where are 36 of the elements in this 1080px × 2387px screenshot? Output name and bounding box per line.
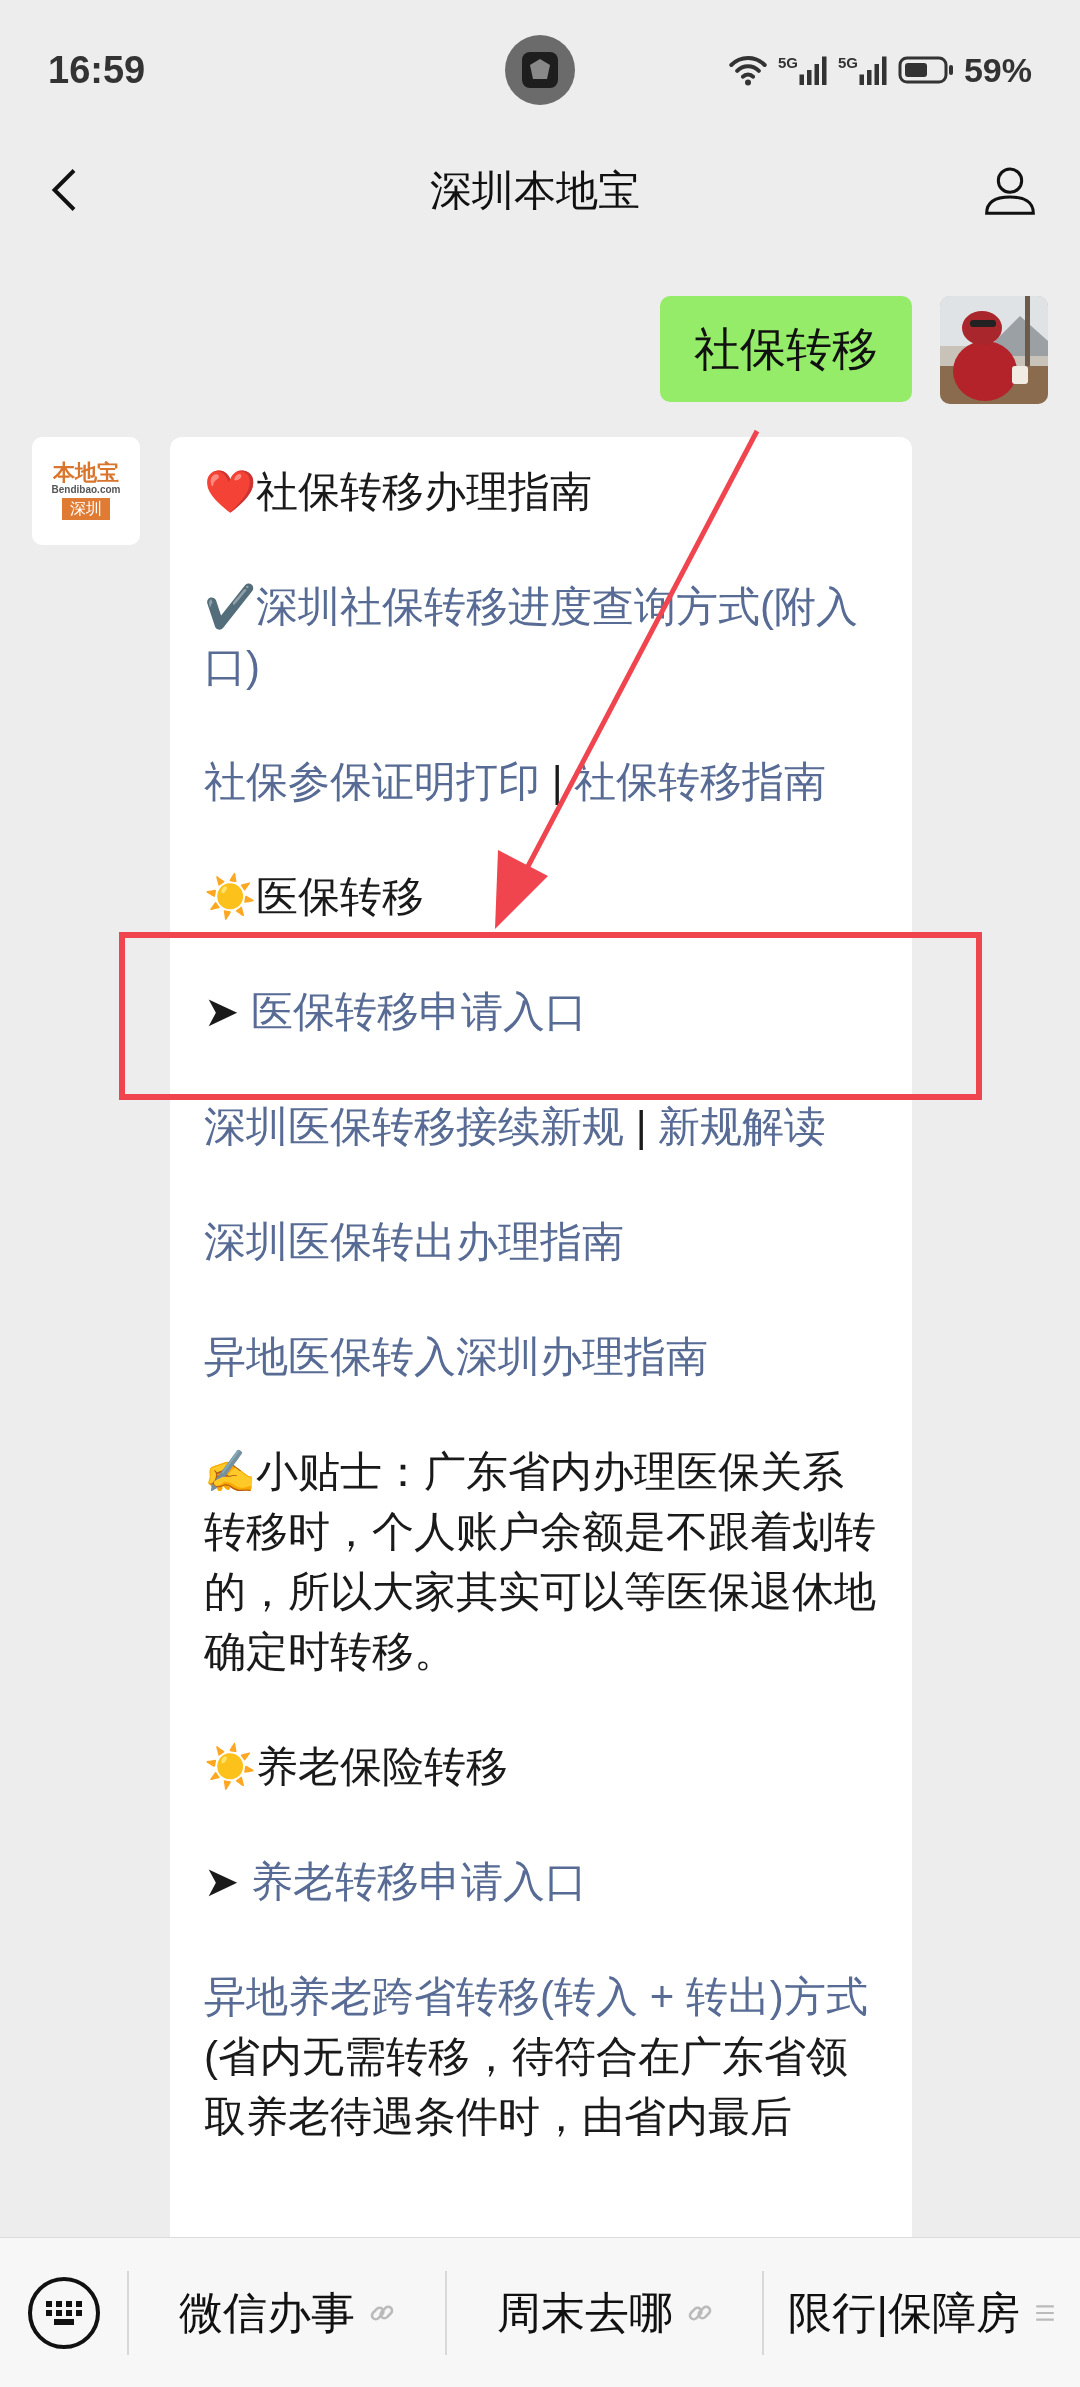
- logo-domain: Bendibao.com: [51, 483, 121, 497]
- article-link[interactable]: 深圳医保转出办理指南: [204, 1212, 879, 1272]
- article-link[interactable]: 异地医保转入深圳办理指南: [204, 1327, 879, 1387]
- network-type: 5G: [837, 55, 858, 70]
- chat-title: 深圳本地宝: [430, 165, 640, 216]
- article-link[interactable]: 社保参保证明打印: [204, 758, 540, 805]
- app-notification-icon: [505, 35, 575, 105]
- status-time: 16:59: [48, 47, 147, 93]
- article-link[interactable]: 深圳医保转移接续新规: [204, 1103, 624, 1150]
- article-link[interactable]: 新规解读: [658, 1103, 827, 1150]
- logo-city: 深圳: [62, 498, 110, 521]
- sent-message-bubble: 社保转移: [660, 296, 912, 402]
- article-text: ➤: [204, 1858, 240, 1905]
- article-link[interactable]: 异地养老跨省转移(转入 + 转出)方式: [204, 1967, 879, 2027]
- article-link[interactable]: 医保转移申请入口: [250, 988, 587, 1035]
- article-link[interactable]: 养老转移申请入口: [250, 1858, 587, 1905]
- article-text: ❤社保转移办理指南: [204, 467, 593, 517]
- signal-icon: [857, 55, 888, 85]
- menu-item[interactable]: 微信办事: [178, 2279, 395, 2346]
- keyboard-button[interactable]: [27, 2276, 100, 2349]
- keyboard-icon: [43, 2298, 84, 2327]
- wifi-icon: [727, 53, 768, 87]
- battery-icon: [897, 55, 954, 85]
- article-text: ➤: [204, 988, 240, 1035]
- article-text: ☀养老保险转移: [204, 1742, 509, 1792]
- article-text: ☀医保转移: [204, 872, 425, 922]
- article-text: ✍小贴士：广东省内办理医保关系转移时，个人账户余额是不跟着划转的，所以大家其实可以等医保退休地确定时转移。: [204, 1447, 877, 1677]
- menu-item[interactable]: 限行|保障房: [788, 2279, 1056, 2346]
- signal-icon: [797, 55, 828, 85]
- logo-text: 本地宝: [53, 461, 119, 484]
- menu-item[interactable]: 周末去哪: [496, 2279, 713, 2346]
- article-text: |: [634, 1103, 648, 1150]
- network-type: 5G: [777, 55, 798, 70]
- article-text: (省内无需转移，待符合在广东省领取养老待遇条件时，由省内最后: [204, 2032, 849, 2142]
- battery-percent: 59%: [963, 49, 1032, 91]
- article-text: |: [550, 758, 564, 805]
